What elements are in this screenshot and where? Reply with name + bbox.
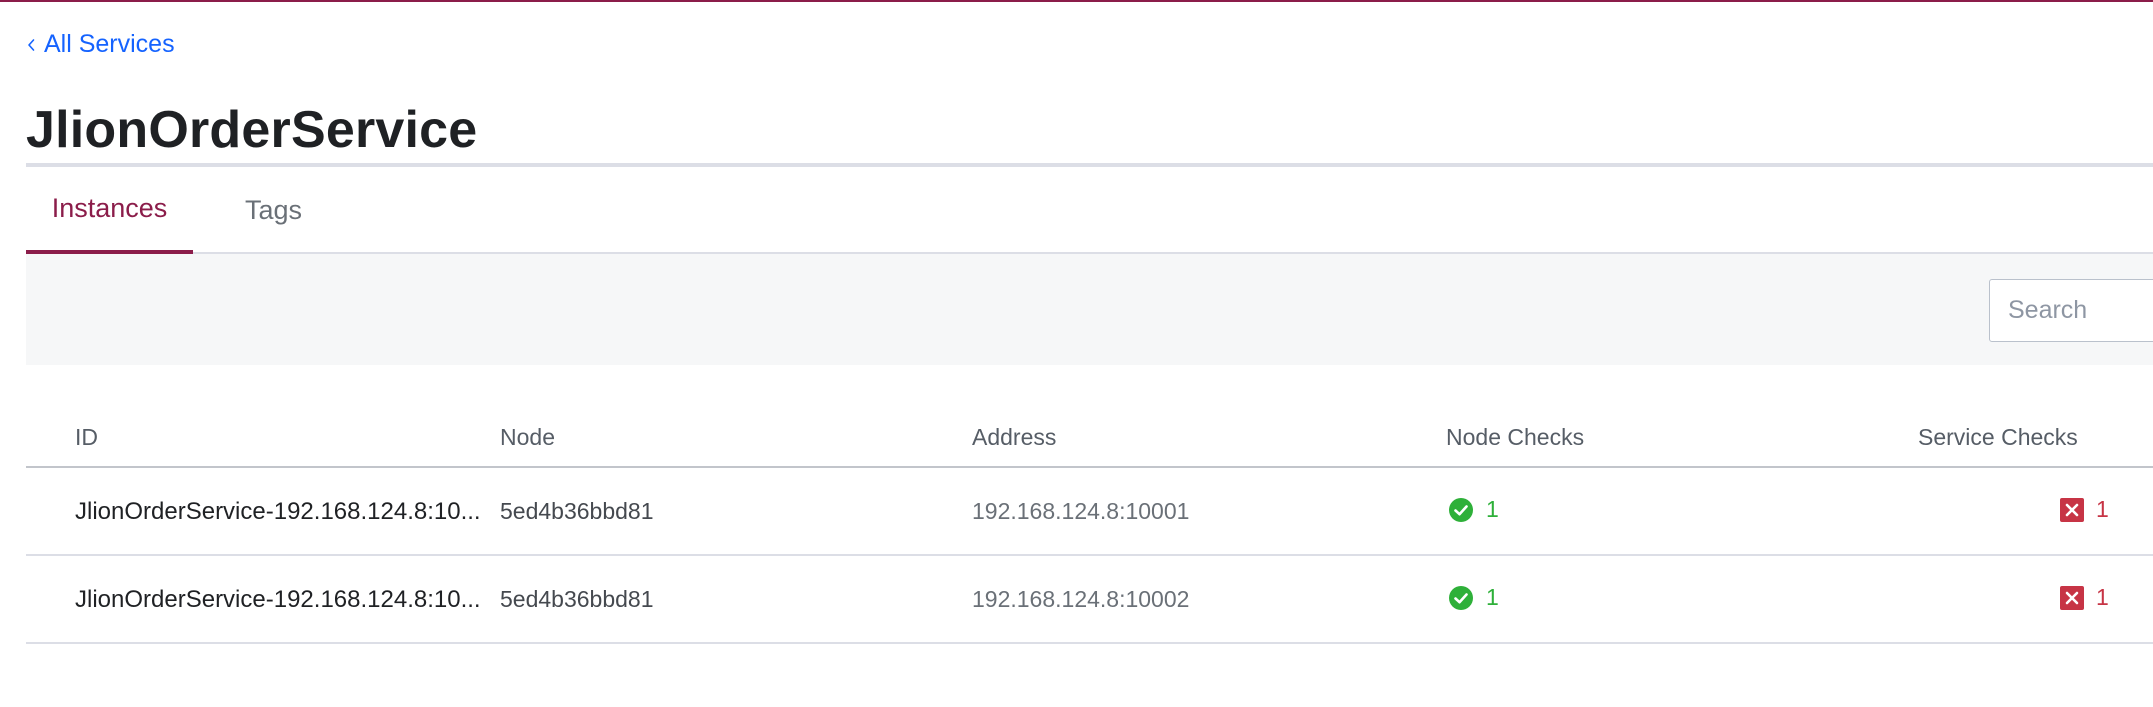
instances-table: ID Node Address Node Checks Service Chec… [26,400,2153,644]
service-checks-count: 1 [2096,584,2109,610]
instance-node: 5ed4b36bbd81 [500,498,654,524]
table-row[interactable]: JlionOrderService-192.168.124.8:10... 5e… [26,468,2153,556]
instance-address: 192.168.124.8:10001 [972,498,1190,524]
x-square-icon [2060,585,2084,610]
chevron-left-icon [28,38,35,51]
page-title: JlionOrderService [26,101,478,159]
search-input[interactable] [1989,279,2153,342]
column-header-service-checks: Service Checks [1918,424,2078,450]
breadcrumb-all-services[interactable]: All Services [26,30,175,59]
column-header-node-checks: Node Checks [1446,424,1585,450]
node-checks-passing: 1 [1448,496,1499,523]
breadcrumb-label: All Services [44,30,175,58]
service-checks-count: 1 [2096,496,2109,522]
service-checks-failing: 1 [2060,496,2109,523]
instance-node: 5ed4b36bbd81 [500,586,654,612]
tab-bar: Instances Tags [26,167,2153,254]
column-header-address: Address [972,424,1057,450]
instance-address: 192.168.124.8:10002 [972,586,1190,612]
table-header: ID Node Address Node Checks Service Chec… [26,400,2153,468]
tab-tags[interactable]: Tags [216,167,331,254]
table-row[interactable]: JlionOrderService-192.168.124.8:10... 5e… [26,556,2153,644]
service-checks-failing: 1 [2060,584,2109,611]
column-header-id: ID [75,424,98,450]
instance-id[interactable]: JlionOrderService-192.168.124.8:10... [75,498,481,526]
filter-bar [26,254,2153,365]
x-square-icon [2060,497,2084,522]
top-accent-border [0,0,2153,2]
node-checks-count: 1 [1486,496,1499,522]
tab-instances[interactable]: Instances [26,167,193,254]
instance-id[interactable]: JlionOrderService-192.168.124.8:10... [75,586,481,614]
node-checks-count: 1 [1486,584,1499,610]
node-checks-passing: 1 [1448,584,1499,611]
column-header-node: Node [500,424,555,450]
check-circle-icon [1449,497,1473,522]
check-circle-icon [1449,585,1473,610]
